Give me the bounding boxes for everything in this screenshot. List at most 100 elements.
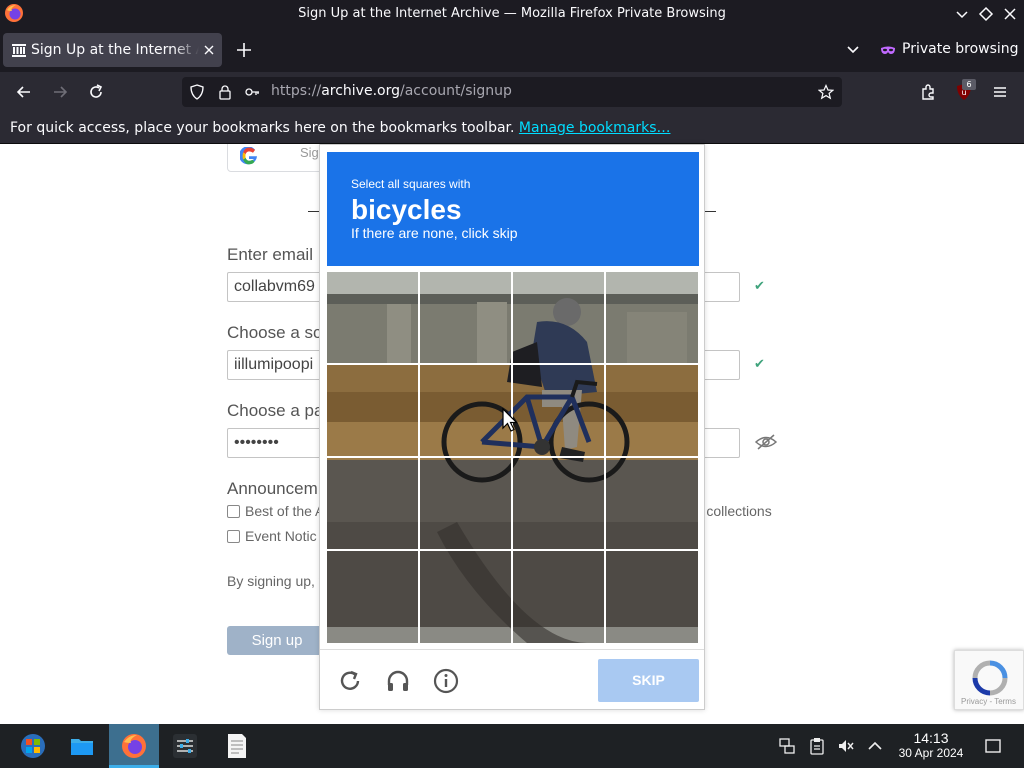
extension-badge-count: 6 <box>962 79 976 90</box>
bookmarks-message: For quick access, place your bookmarks h… <box>10 120 670 136</box>
recaptcha-privacy-terms[interactable]: Privacy - Terms <box>961 697 1016 706</box>
checkbox-event-notices-label: Event Notic <box>245 528 317 544</box>
key-permissions-icon[interactable] <box>244 84 260 100</box>
divider-right <box>704 211 716 212</box>
captcha-hint: If there are none, click skip <box>351 225 518 241</box>
captcha-tile[interactable] <box>513 272 604 363</box>
archive-favicon-icon <box>12 44 26 57</box>
help-info-icon[interactable] <box>432 667 460 695</box>
checkbox-event-notices-box[interactable] <box>227 530 240 543</box>
clock-time: 14:13 <box>913 730 949 746</box>
clipboard-icon[interactable] <box>808 737 826 755</box>
address-bar[interactable]: https://archive.org/account/signup <box>182 77 842 107</box>
email-label: Enter email <box>227 245 313 264</box>
taskbar-clock[interactable]: 14:13 30 Apr 2024 <box>892 731 970 761</box>
screenname-valid-check-icon: ✔ <box>754 357 765 372</box>
url-host: archive.org <box>321 83 400 99</box>
forward-icon[interactable] <box>50 82 70 102</box>
firefox-taskbar-icon <box>122 734 146 758</box>
email-valid-check-icon: ✔ <box>754 279 765 294</box>
captcha-footer-divider <box>320 649 704 650</box>
hamburger-menu-icon[interactable] <box>990 82 1010 102</box>
audio-challenge-headphones-icon[interactable] <box>384 667 412 695</box>
email-value: collabvm69 <box>234 278 315 295</box>
captcha-header: Select all squares with bicycles If ther… <box>327 152 699 266</box>
screenname-value: iillumipoopi <box>234 356 314 373</box>
close-window-icon[interactable] <box>1000 4 1020 24</box>
taskbar-file-manager[interactable] <box>57 724 107 768</box>
window-titlebar: Sign Up at the Internet Archive — Mozill… <box>0 0 1024 28</box>
tab-bar: Sign Up at the Internet Archive Private … <box>0 28 1024 72</box>
clock-date: 30 Apr 2024 <box>898 746 964 760</box>
document-icon <box>228 734 246 758</box>
mouse-cursor-icon <box>502 408 518 432</box>
password-label: Choose a pa <box>227 401 324 420</box>
taskbar-system-settings[interactable] <box>160 724 210 768</box>
google-logo-icon <box>240 147 257 165</box>
captcha-tile[interactable] <box>606 272 697 363</box>
taskbar-firefox[interactable] <box>109 724 159 768</box>
reload-icon[interactable] <box>86 82 106 102</box>
checkbox-best-of-box[interactable] <box>227 505 240 518</box>
signup-button[interactable]: Sign up <box>227 626 327 655</box>
settings-sliders-icon <box>173 734 197 758</box>
close-tab-icon[interactable] <box>201 42 217 58</box>
reload-challenge-icon[interactable] <box>336 667 364 695</box>
captcha-tile[interactable] <box>420 272 511 363</box>
captcha-tile[interactable] <box>606 365 697 456</box>
captcha-tile[interactable] <box>513 551 604 642</box>
show-password-eye-icon[interactable] <box>755 433 777 451</box>
taskbar-text-editor[interactable] <box>212 724 262 768</box>
bookmarks-message-text: For quick access, place your bookmarks h… <box>10 120 515 136</box>
captcha-tile[interactable] <box>327 458 418 549</box>
captcha-instruction: Select all squares with <box>351 177 471 191</box>
private-mask-icon <box>881 46 895 54</box>
captcha-tile[interactable] <box>327 551 418 642</box>
captcha-tile[interactable] <box>513 365 604 456</box>
lock-icon[interactable] <box>217 84 233 100</box>
checkbox-best-of-label: Best of the A <box>245 503 325 519</box>
folder-icon <box>71 739 93 755</box>
captcha-image-grid <box>327 272 698 643</box>
captcha-tile[interactable] <box>420 365 511 456</box>
captcha-tile[interactable] <box>420 458 511 549</box>
maximize-icon[interactable] <box>976 4 996 24</box>
new-tab-icon[interactable] <box>234 40 254 60</box>
url-path: /account/signup <box>400 83 512 99</box>
recaptcha-badge[interactable]: Privacy - Terms <box>954 650 1024 710</box>
terms-text: By signing up, y <box>227 573 326 589</box>
start-menu-button[interactable] <box>8 724 58 768</box>
back-icon[interactable] <box>14 82 34 102</box>
captcha-tile[interactable] <box>327 272 418 363</box>
list-all-tabs-icon[interactable] <box>845 42 861 58</box>
navigation-toolbar: https://archive.org/account/signup u 6 <box>0 72 1024 112</box>
private-label: Private browsing <box>902 41 1019 57</box>
start-orb-icon <box>21 734 45 758</box>
captcha-tile[interactable] <box>420 551 511 642</box>
announcements-label: Announcem <box>227 479 318 498</box>
url-scheme: https:// <box>271 83 322 99</box>
captcha-tile[interactable] <box>327 365 418 456</box>
google-signin-text: Sig <box>300 145 319 160</box>
tab-title: Sign Up at the Internet Archive <box>31 42 199 58</box>
captcha-tile[interactable] <box>606 551 697 642</box>
captcha-tile[interactable] <box>513 458 604 549</box>
bookmarks-toolbar: For quick access, place your bookmarks h… <box>0 112 1024 144</box>
window-title: Sign Up at the Internet Archive — Mozill… <box>298 6 726 21</box>
volume-muted-icon[interactable] <box>837 737 855 755</box>
password-value: •••••••• <box>234 434 279 451</box>
minimize-icon[interactable] <box>952 4 972 24</box>
captcha-tile[interactable] <box>606 458 697 549</box>
bookmark-star-icon[interactable] <box>818 84 834 100</box>
tracking-protection-shield-icon[interactable] <box>189 84 205 100</box>
taskbar: 14:13 30 Apr 2024 <box>0 724 1024 768</box>
show-desktop-icon[interactable] <box>984 737 1002 755</box>
skip-button[interactable]: SKIP <box>598 659 699 702</box>
manage-bookmarks-link[interactable]: Manage bookmarks… <box>519 120 671 136</box>
captcha-target: bicycles <box>351 194 462 225</box>
url-text[interactable]: https://archive.org/account/signup <box>271 83 512 99</box>
extensions-icon[interactable] <box>918 82 938 102</box>
system-tray-expand-icon[interactable] <box>866 737 884 755</box>
network-icon[interactable] <box>778 737 796 755</box>
tab-signup[interactable]: Sign Up at the Internet Archive <box>3 33 222 67</box>
